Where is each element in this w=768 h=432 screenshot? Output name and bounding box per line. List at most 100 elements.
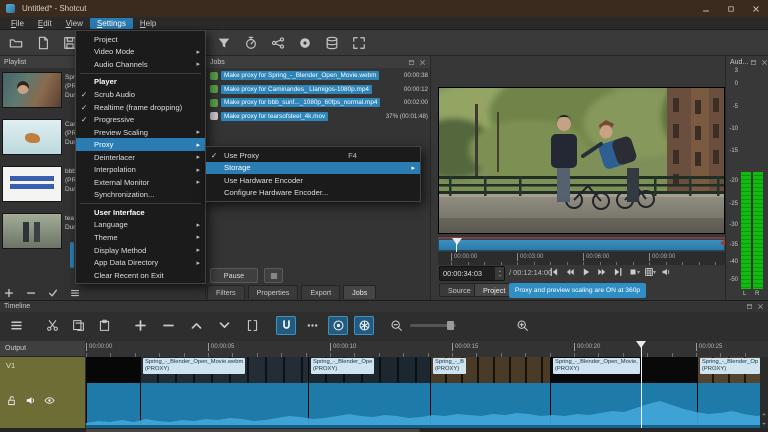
dock-tab-filters[interactable]: Filters xyxy=(207,285,245,299)
hide-track-icon[interactable] xyxy=(44,395,55,406)
jobs-menu-button[interactable] xyxy=(264,268,283,283)
menu-item-interpolation[interactable]: Interpolation▸ xyxy=(76,163,205,176)
menu-item-configure-hardware-encoder[interactable]: Configure Hardware Encoder... xyxy=(206,187,420,200)
menu-file[interactable]: File xyxy=(4,18,31,29)
menu-item-storage[interactable]: Storage▸ xyxy=(206,162,420,175)
menu-item-app-data-directory[interactable]: App Data Directory▸ xyxy=(76,256,205,269)
menu-item-display-method[interactable]: Display Method▸ xyxy=(76,244,205,257)
lock-track-icon[interactable] xyxy=(6,395,17,406)
scroll-up-icon[interactable] xyxy=(760,409,768,418)
timeline-vertical-scrollbar[interactable] xyxy=(760,357,768,428)
scroll-down-icon[interactable] xyxy=(760,419,768,428)
fast-forward-button[interactable] xyxy=(595,265,609,279)
float-panel-icon[interactable] xyxy=(406,57,417,67)
grid-button[interactable]: ▾ xyxy=(643,265,657,279)
menu-item-deinterlacer[interactable]: Deinterlacer▸ xyxy=(76,151,205,164)
job-row[interactable]: Make proxy for bbb_sunf..._1080p_60fps_n… xyxy=(206,96,431,109)
close-panel-icon[interactable] xyxy=(417,57,428,67)
menu-item-use-proxy[interactable]: ✓Use ProxyF4 xyxy=(206,149,420,162)
menu-item-language[interactable]: Language▸ xyxy=(76,219,205,232)
timecode-spinner[interactable]: 00:00:34:03 xyxy=(439,266,505,281)
scrubber-playhead[interactable] xyxy=(452,238,462,250)
float-panel-icon[interactable] xyxy=(744,302,755,312)
scrub-while-dragging-toggle[interactable] xyxy=(302,316,322,335)
open-file-icon[interactable] xyxy=(4,32,27,53)
filters-icon[interactable] xyxy=(212,32,235,53)
timecode-spin-buttons[interactable] xyxy=(495,267,504,280)
menu-item-progressive[interactable]: ✓Progressive xyxy=(76,113,205,126)
cut-button[interactable] xyxy=(42,316,62,335)
append-button[interactable] xyxy=(130,316,150,335)
copy-button[interactable] xyxy=(68,316,88,335)
open-other-icon[interactable] xyxy=(31,32,54,53)
menu-item-preview-scaling[interactable]: Preview Scaling▸ xyxy=(76,126,205,139)
timeline-track-area[interactable]: Spring_-_Blender_Open_Movie.webm(PROXY)S… xyxy=(86,357,768,428)
ripple-toggle[interactable] xyxy=(328,316,348,335)
pause-job-button[interactable]: Pause xyxy=(210,268,258,283)
dock-tab-export[interactable]: Export xyxy=(301,285,340,299)
mute-track-icon[interactable] xyxy=(25,395,36,406)
split-button[interactable] xyxy=(242,316,262,335)
menu-item-use-hardware-encoder[interactable]: Use Hardware Encoder xyxy=(206,174,420,187)
menu-item-project[interactable]: Project xyxy=(76,33,205,46)
menu-item-proxy[interactable]: Proxy▸ xyxy=(76,138,205,151)
close-button[interactable] xyxy=(743,0,768,17)
remove-from-playlist-button[interactable] xyxy=(24,286,37,299)
add-to-playlist-button[interactable] xyxy=(2,286,15,299)
job-row[interactable]: Make proxy for Caminandes_ Llamigos-1080… xyxy=(206,83,431,96)
job-row[interactable]: Make proxy for Spring_-_Blender_Open_Mov… xyxy=(206,69,431,82)
playlist-menu-button[interactable] xyxy=(68,286,81,299)
paste-button[interactable] xyxy=(94,316,114,335)
current-position[interactable]: 00:00:34:03 xyxy=(443,269,495,278)
nodes-icon[interactable] xyxy=(266,32,289,53)
dock-tab-properties[interactable]: Properties xyxy=(248,285,299,299)
menu-item-audio-channels[interactable]: Audio Channels▸ xyxy=(76,58,205,71)
overwrite-button[interactable] xyxy=(214,316,234,335)
proxy-status-banner[interactable]: Proxy and preview scaling are ON at 360p xyxy=(509,283,646,298)
menu-help[interactable]: Help xyxy=(133,18,163,29)
menu-item-clear-recent-on-exit[interactable]: Clear Recent on Exit xyxy=(76,269,205,282)
close-panel-icon[interactable] xyxy=(759,57,768,67)
scrubber-bar[interactable] xyxy=(438,239,725,251)
menu-edit[interactable]: Edit xyxy=(31,18,59,29)
menu-item-scrub-audio[interactable]: ✓Scrub Audio xyxy=(76,88,205,101)
spin-down-icon[interactable] xyxy=(496,274,503,279)
playlist-scrollbar[interactable] xyxy=(70,242,74,268)
update-playlist-button[interactable] xyxy=(46,286,59,299)
skip-to-end-button[interactable] xyxy=(611,265,625,279)
menu-item-synchronization[interactable]: Synchronization... xyxy=(76,189,205,202)
timeline-ruler[interactable]: 00:00:0000:00:0500:00:1000:00:1500:00:20… xyxy=(86,341,768,357)
play-button[interactable] xyxy=(579,265,593,279)
fullscreen-icon[interactable] xyxy=(347,32,370,53)
snap-toggle[interactable] xyxy=(276,316,296,335)
zoom-in-button[interactable] xyxy=(512,316,532,335)
player-time-ruler[interactable]: 00:00:0000:03:0000:06:0000:09:00 xyxy=(438,252,725,265)
timeline-menu-button[interactable] xyxy=(6,316,26,335)
ripple-delete-button[interactable] xyxy=(158,316,178,335)
minimize-button[interactable] xyxy=(693,0,718,17)
loop-button[interactable]: ▾ xyxy=(627,265,641,279)
maximize-button[interactable] xyxy=(718,0,743,17)
menu-settings[interactable]: Settings xyxy=(90,18,133,29)
track-head-v1[interactable]: V1 xyxy=(0,357,85,428)
jobs-icon[interactable] xyxy=(320,32,343,53)
ripple-all-tracks-toggle[interactable] xyxy=(354,316,374,335)
volume-button[interactable] xyxy=(659,265,673,279)
zoom-out-button[interactable] xyxy=(386,316,406,335)
skip-to-start-button[interactable] xyxy=(547,265,561,279)
menu-item-external-monitor[interactable]: External Monitor▸ xyxy=(76,176,205,189)
job-row[interactable]: Make proxy for tearsofsteel_4k.mov37% (0… xyxy=(206,110,431,123)
rewind-button[interactable] xyxy=(563,265,577,279)
menu-view[interactable]: View xyxy=(59,18,90,29)
dock-tab-jobs[interactable]: Jobs xyxy=(343,285,376,299)
menu-item-theme[interactable]: Theme▸ xyxy=(76,231,205,244)
menu-item-video-mode[interactable]: Video Mode▸ xyxy=(76,46,205,59)
export-icon[interactable] xyxy=(293,32,316,53)
close-panel-icon[interactable] xyxy=(755,302,766,312)
float-panel-icon[interactable] xyxy=(748,57,759,67)
menu-item-realtime-frame-dropping[interactable]: ✓Realtime (frame dropping) xyxy=(76,101,205,114)
output-track-head[interactable]: Output xyxy=(0,341,85,357)
zoom-slider[interactable] xyxy=(410,316,456,335)
timer-icon[interactable] xyxy=(239,32,262,53)
lift-button[interactable] xyxy=(186,316,206,335)
